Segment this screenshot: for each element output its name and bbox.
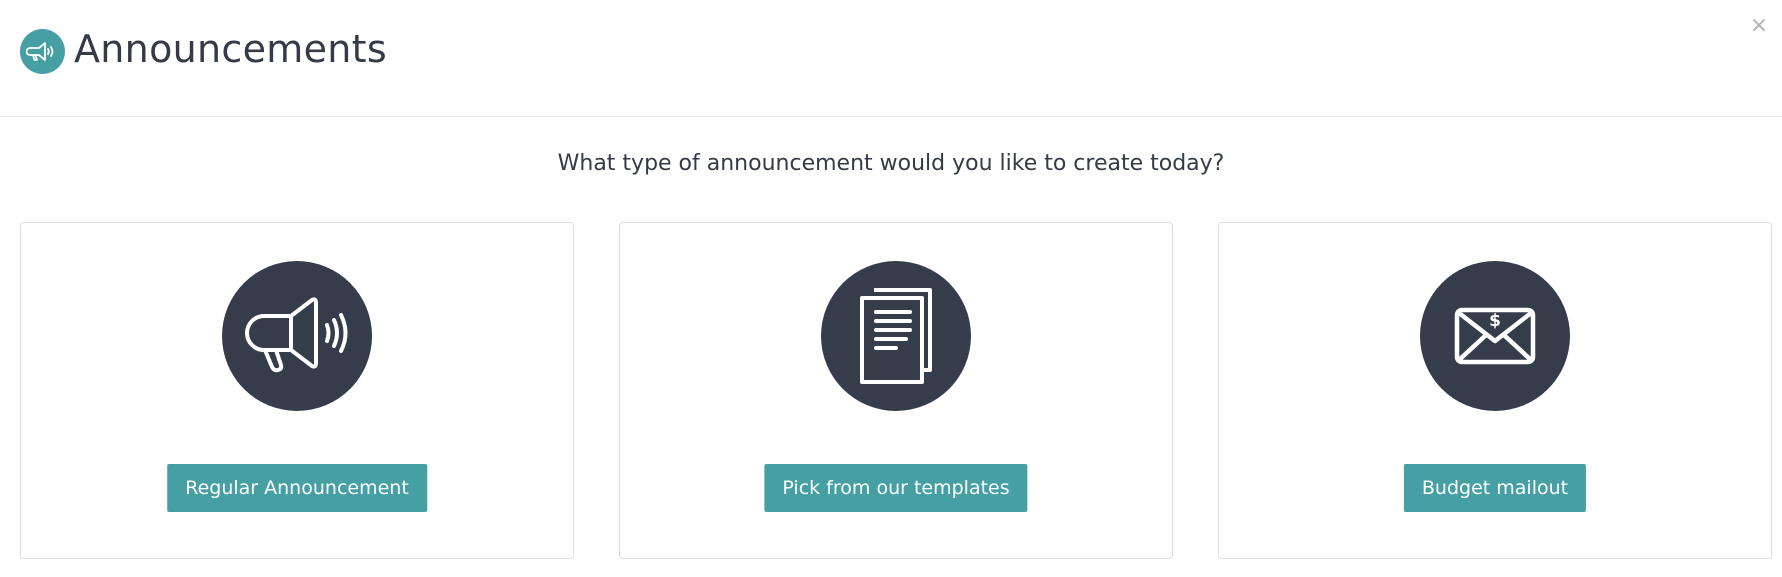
option-card-regular: Regular Announcement (20, 222, 574, 559)
option-card-budget-mailout: $ Budget mailout (1218, 222, 1772, 559)
regular-announcement-button[interactable]: Regular Announcement (167, 464, 427, 512)
documents-icon (821, 261, 971, 411)
close-icon[interactable]: × (1750, 13, 1768, 38)
close-button[interactable]: × (1746, 12, 1772, 38)
megaphone-icon (222, 261, 372, 411)
envelope-dollar-icon: $ (1420, 261, 1570, 411)
megaphone-icon (20, 29, 65, 74)
option-card-templates: Pick from our templates (619, 222, 1173, 559)
modal-header: Announcements × (0, 0, 1782, 117)
budget-mailout-button[interactable]: Budget mailout (1403, 464, 1587, 512)
prompt-question: What type of announcement would you like… (557, 151, 1225, 176)
pick-templates-button[interactable]: Pick from our templates (764, 464, 1028, 512)
page-title: Announcements (74, 27, 387, 71)
svg-text:$: $ (1489, 311, 1501, 331)
